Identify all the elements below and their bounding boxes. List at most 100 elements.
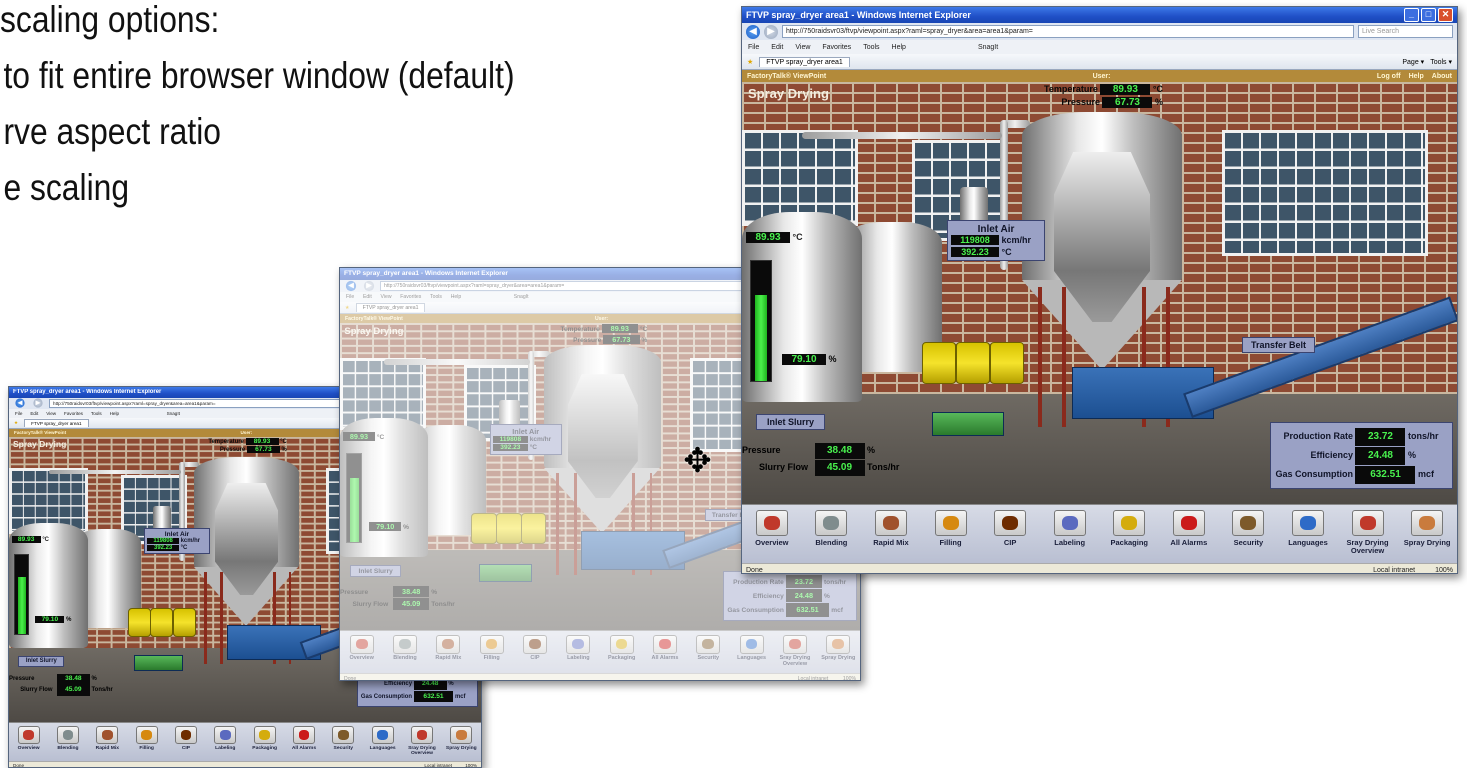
zoom-level[interactable]: 100% — [1435, 567, 1453, 574]
nav-button-cip[interactable]: CIP — [513, 631, 556, 673]
nav-button-languages[interactable]: Languages — [363, 723, 402, 761]
nav-button-languages[interactable]: Languages — [1278, 505, 1338, 563]
nav-button-sray-drying-overview[interactable]: Sray Drying Overview — [1338, 505, 1398, 563]
zoom-level[interactable]: 100% — [465, 763, 477, 767]
menu-item-help[interactable]: Help — [451, 294, 462, 300]
snagit-button[interactable]: SnagIt — [167, 411, 180, 416]
nav-button-label: Rapid Mix — [95, 745, 119, 751]
nav-button-filling[interactable]: Filling — [921, 505, 981, 563]
menu-item-favorites[interactable]: Favorites — [64, 411, 83, 416]
about-link[interactable]: About — [1432, 73, 1452, 80]
nav-button-spray-drying[interactable]: Spray Drying — [442, 723, 481, 761]
pressure-value: 67.73 — [246, 446, 280, 454]
nav-button-labeling[interactable]: Labeling — [206, 723, 245, 761]
menu-item-file[interactable]: File — [346, 294, 354, 300]
nav-button-sray-drying-overview[interactable]: Sray Drying Overview — [773, 631, 816, 673]
nav-button-overview[interactable]: Overview — [742, 505, 802, 563]
zoom-level[interactable]: 100% — [843, 676, 856, 680]
inlet-air-panel: Inlet Air 119808 kcm/hr 392.23 °C — [144, 527, 210, 555]
nav-button-rapid-mix[interactable]: Rapid Mix — [427, 631, 470, 673]
nav-button-all-alarms[interactable]: All Alarms — [643, 631, 686, 673]
tools-menu[interactable]: Tools ▾ — [1430, 58, 1452, 66]
nav-button-security[interactable]: Security — [687, 631, 730, 673]
nav-button-rapid-mix[interactable]: Rapid Mix — [861, 505, 921, 563]
logoff-link[interactable]: Log off — [1377, 73, 1401, 80]
forward-button[interactable]: ▶ — [33, 398, 43, 408]
filling-icon — [934, 510, 967, 536]
menu-item-view[interactable]: View — [795, 44, 810, 51]
nav-button-overview[interactable]: Overview — [340, 631, 383, 673]
browser-window-main: FTVP spray_dryer area1 - Windows Interne… — [741, 6, 1458, 574]
efficiency-label: Efficiency — [383, 680, 413, 687]
page-menu[interactable]: Page ▾ — [1402, 58, 1424, 66]
back-button[interactable]: ◀ — [15, 398, 25, 408]
back-button[interactable]: ◀ — [746, 24, 760, 39]
url-input[interactable]: http://750raidsvr03/ftvp/viewpoint.aspx?… — [782, 25, 1354, 38]
tank-temp-readout: 89.93 °C — [11, 535, 49, 543]
nav-button-label: Spray Drying — [1403, 538, 1451, 547]
menu-item-favorites[interactable]: Favorites — [822, 44, 851, 51]
nav-button-filling[interactable]: Filling — [470, 631, 513, 673]
nav-button-overview[interactable]: Overview — [9, 723, 48, 761]
nav-button-languages[interactable]: Languages — [730, 631, 773, 673]
packaging-icon — [609, 634, 634, 655]
nav-button-packaging[interactable]: Packaging — [245, 723, 284, 761]
browser-tab[interactable]: FTVP spray_dryer area1 — [355, 303, 426, 313]
nav-button-security[interactable]: Security — [324, 723, 363, 761]
menu-item-help[interactable]: Help — [892, 44, 906, 51]
nav-button-all-alarms[interactable]: All Alarms — [1159, 505, 1219, 563]
maximize-button[interactable]: □ — [1421, 8, 1436, 22]
menu-item-file[interactable]: File — [748, 44, 759, 51]
nav-button-cip[interactable]: CIP — [980, 505, 1040, 563]
browser-tab[interactable]: FTVP spray_dryer area1 — [759, 56, 850, 67]
production-rate-label: Production Rate — [1283, 431, 1353, 441]
nav-button-blending[interactable]: Blending — [48, 723, 87, 761]
favorites-star-icon[interactable]: ★ — [345, 305, 350, 311]
forward-button[interactable]: ▶ — [363, 280, 375, 291]
menu-item-edit[interactable]: Edit — [363, 294, 372, 300]
url-input[interactable]: http://750raidsvr03/ftvp/viewpoint.aspx?… — [380, 280, 782, 291]
temperature-label: Temperature — [560, 326, 600, 334]
help-link[interactable]: Help — [1409, 73, 1424, 80]
menu-item-edit[interactable]: Edit — [771, 44, 783, 51]
snagit-button[interactable]: SnagIt — [978, 44, 998, 51]
search-input[interactable]: Live Search — [1358, 25, 1453, 38]
menu-item-tools[interactable]: Tools — [863, 44, 879, 51]
nav-button-all-alarms[interactable]: All Alarms — [284, 723, 323, 761]
nav-button-blending[interactable]: Blending — [802, 505, 862, 563]
nav-button-blending[interactable]: Blending — [383, 631, 426, 673]
nav-button-labeling[interactable]: Labeling — [1040, 505, 1100, 563]
nav-button-security[interactable]: Security — [1219, 505, 1279, 563]
browser-tab[interactable]: FTVP spray_dryer area1 — [24, 418, 89, 427]
viewpoint-brand: FactoryTalk® ViewPoint — [345, 315, 403, 322]
nav-button-sray-drying-overview[interactable]: Sray Drying Overview — [402, 723, 441, 761]
nav-button-label: Packaging — [607, 655, 636, 662]
menu-item-edit[interactable]: Edit — [30, 411, 38, 416]
nav-button-spray-drying[interactable]: Spray Drying — [817, 631, 860, 673]
nav-button-labeling[interactable]: Labeling — [557, 631, 600, 673]
back-button[interactable]: ◀ — [345, 280, 357, 291]
menu-item-tools[interactable]: Tools — [91, 411, 102, 416]
menu-item-favorites[interactable]: Favorites — [400, 294, 421, 300]
nav-button-packaging[interactable]: Packaging — [1099, 505, 1159, 563]
nav-button-cip[interactable]: CIP — [166, 723, 205, 761]
spray-overview-icon — [411, 726, 433, 744]
packaging-icon — [1113, 510, 1146, 536]
nav-button-spray-drying[interactable]: Spray Drying — [1397, 505, 1457, 563]
menu-item-tools[interactable]: Tools — [430, 294, 442, 300]
minimize-button[interactable]: _ — [1404, 8, 1419, 22]
snagit-button[interactable]: SnagIt — [514, 294, 529, 300]
nav-button-rapid-mix[interactable]: Rapid Mix — [88, 723, 127, 761]
spray-drying-icon — [450, 726, 473, 744]
menu-item-file[interactable]: File — [15, 411, 22, 416]
favorites-star-icon[interactable]: ★ — [747, 58, 753, 66]
menu-item-help[interactable]: Help — [110, 411, 119, 416]
nav-button-label: Sray Drying Overview — [408, 745, 436, 757]
nav-button-filling[interactable]: Filling — [127, 723, 166, 761]
forward-button[interactable]: ▶ — [764, 24, 778, 39]
close-button[interactable]: ✕ — [1438, 8, 1453, 22]
nav-button-packaging[interactable]: Packaging — [600, 631, 643, 673]
menu-item-view[interactable]: View — [46, 411, 56, 416]
menu-item-view[interactable]: View — [381, 294, 392, 300]
favorites-star-icon[interactable]: ★ — [14, 420, 18, 426]
